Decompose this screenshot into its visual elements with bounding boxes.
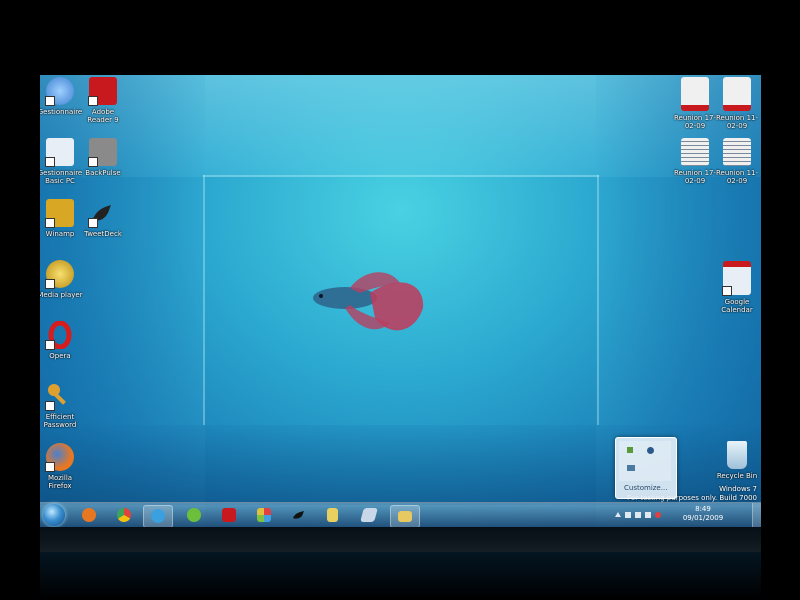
notification-overflow-popup: Customize... (615, 437, 677, 499)
clock[interactable]: 8:49 09/01/2009 (673, 505, 733, 523)
desktop-icon-backpulse[interactable]: BackPulse (79, 138, 127, 177)
firefox-icon (45, 443, 74, 472)
calendar-icon (722, 261, 751, 296)
taskbar-item-tweetdeck[interactable] (285, 505, 313, 526)
aquarium-edge (597, 175, 599, 425)
desktop-icon-opera[interactable]: Opera (40, 320, 84, 360)
notepad-icon (327, 508, 338, 522)
taskbar-reflection (40, 527, 761, 552)
monitor-icon (88, 138, 117, 167)
desktop-icon-reunion-pdf-2[interactable]: Reunion 11-02-09 (713, 77, 761, 130)
taskbar-item-spotify[interactable] (180, 505, 208, 526)
betta-fish-wallpaper (313, 272, 424, 331)
flag-icon[interactable] (635, 512, 641, 518)
taskbar-item-chrome[interactable] (110, 505, 138, 526)
taskbar-item-app-grid[interactable] (250, 505, 278, 526)
taskbar-item-notes[interactable] (320, 505, 348, 526)
taskbar-item-filezilla[interactable] (215, 505, 243, 526)
desktop-icon-media-player[interactable]: Media player (40, 260, 84, 299)
headphones-icon (45, 260, 74, 289)
network-globe-icon (45, 77, 74, 106)
desktop-reflection (40, 552, 761, 600)
network-icon[interactable] (625, 512, 631, 518)
chrome-icon (117, 508, 131, 522)
desktop-icon-adobe-reader[interactable]: Adobe Reader 9 (79, 77, 127, 124)
desktop-icon-mozilla-firefox[interactable]: Mozilla Firefox (40, 443, 84, 490)
recycle-bin-icon (727, 441, 747, 469)
document-icon (45, 138, 74, 167)
bird-icon (293, 511, 304, 519)
desktop-icon-reunion-pdf-1[interactable]: Reunion 17-02-09 (671, 77, 719, 130)
pdf-doc-icon (723, 77, 751, 111)
eraser-icon (360, 508, 378, 522)
desktop-icon-winamp[interactable]: Winamp (40, 199, 84, 238)
tray-hidden-icon[interactable] (647, 447, 654, 454)
battery-icon[interactable] (645, 512, 651, 518)
winamp-icon (45, 199, 74, 228)
clock-date: 09/01/2009 (682, 514, 724, 522)
desktop-icon-tweetdeck[interactable]: TweetDeck (79, 199, 127, 238)
tray-hidden-icon[interactable] (627, 447, 633, 453)
hidden-tray-icons (619, 441, 671, 481)
desktop-icon-gestionnaire-basic[interactable]: Gestionnaire Basic PC (40, 138, 84, 185)
taskbar-item-explorer[interactable] (390, 505, 420, 527)
key-icon (45, 382, 74, 411)
show-desktop-button[interactable] (752, 503, 761, 527)
opera-icon (45, 320, 74, 350)
desktop-screen: Gestionnaire Adobe Reader 9 Gestionnaire… (40, 75, 761, 527)
aquarium-edge (203, 175, 599, 177)
taskbar-item-eraser[interactable] (355, 505, 383, 526)
folder-icon (398, 511, 412, 522)
windows-version-label: Windows 7 (719, 485, 757, 493)
taskbar-item-firefox[interactable] (75, 505, 103, 526)
taskbar: 8:49 09/01/2009 (40, 502, 761, 527)
bird-icon (88, 199, 117, 228)
tray-hidden-icon[interactable] (627, 465, 635, 471)
messenger-icon (151, 509, 165, 523)
system-tray: 8:49 09/01/2009 (615, 503, 733, 527)
firefox-icon (82, 508, 96, 522)
taskbar-item-messenger[interactable] (143, 505, 173, 527)
pdf-doc-icon (681, 77, 709, 111)
pdf-icon (88, 77, 117, 106)
volume-icon[interactable] (655, 512, 661, 518)
desktop-icon-gestionnaire[interactable]: Gestionnaire (40, 77, 84, 116)
text-doc-icon (723, 138, 751, 166)
text-doc-icon (681, 138, 709, 166)
desktop-icon-efficient-password[interactable]: Efficient Password (40, 382, 84, 429)
filezilla-icon (222, 508, 236, 522)
aquarium-edge (203, 175, 205, 425)
show-hidden-icons-arrow[interactable] (615, 512, 621, 517)
spotify-icon (187, 508, 201, 522)
desktop-icon-google-calendar[interactable]: Google Calendar (713, 261, 761, 314)
desktop-icon-recycle-bin[interactable]: Recycle Bin (713, 441, 761, 480)
windows-orb-icon[interactable] (43, 504, 65, 526)
screen-reflection (40, 527, 761, 600)
customize-link[interactable]: Customize... (624, 484, 667, 492)
clock-time: 8:49 (695, 505, 711, 513)
desktop-icon-reunion-doc-1[interactable]: Reunion 17-02-09 (671, 138, 719, 185)
grid-icon (257, 508, 271, 522)
desktop-icon-reunion-doc-2[interactable]: Reunion 11-02-09 (713, 138, 761, 185)
